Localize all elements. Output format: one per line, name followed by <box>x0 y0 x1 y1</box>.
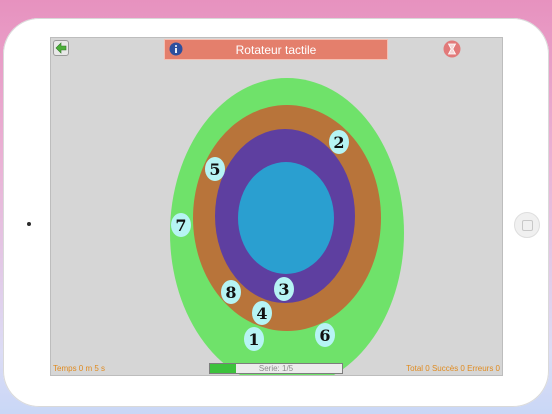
series-label: Serie: 1/5 <box>258 364 294 373</box>
token-label: 8 <box>225 283 236 302</box>
number-token[interactable]: 4 <box>252 301 272 325</box>
back-arrow-icon <box>55 42 67 54</box>
number-token[interactable]: 6 <box>315 323 335 347</box>
title-bar: Rotateur tactile <box>164 39 388 60</box>
elapsed-time: Temps 0 m 5 s <box>53 364 106 373</box>
home-square-icon <box>521 219 533 231</box>
ring-board[interactable]: 2 5 7 3 8 4 1 6 <box>51 38 502 375</box>
center-disc[interactable] <box>238 162 334 274</box>
token-label: 1 <box>248 330 259 349</box>
token-label: 3 <box>278 280 289 299</box>
token-label: 7 <box>175 216 186 235</box>
number-token[interactable]: 8 <box>221 280 241 304</box>
game-title: Rotateur tactile <box>235 43 317 57</box>
token-label: 4 <box>256 304 267 323</box>
number-token[interactable]: 5 <box>205 157 225 181</box>
game-screen: 2 5 7 3 8 4 1 6 Rotateur tactile Temps 0… <box>50 37 503 376</box>
hourglass-icon[interactable] <box>443 40 461 58</box>
token-label: 6 <box>319 326 330 345</box>
series-progress-bar: Serie: 1/5 <box>209 363 343 374</box>
token-label: 5 <box>209 160 220 179</box>
number-token[interactable]: 2 <box>329 130 349 154</box>
home-button[interactable] <box>514 212 540 238</box>
score-totals: Total 0 Succès 0 Erreurs 0 <box>406 364 500 373</box>
number-token[interactable]: 1 <box>244 327 264 351</box>
number-token[interactable]: 3 <box>274 277 294 301</box>
camera-dot <box>27 222 31 226</box>
back-button[interactable] <box>53 40 69 56</box>
number-token[interactable]: 7 <box>171 213 191 237</box>
token-label: 2 <box>333 133 344 152</box>
